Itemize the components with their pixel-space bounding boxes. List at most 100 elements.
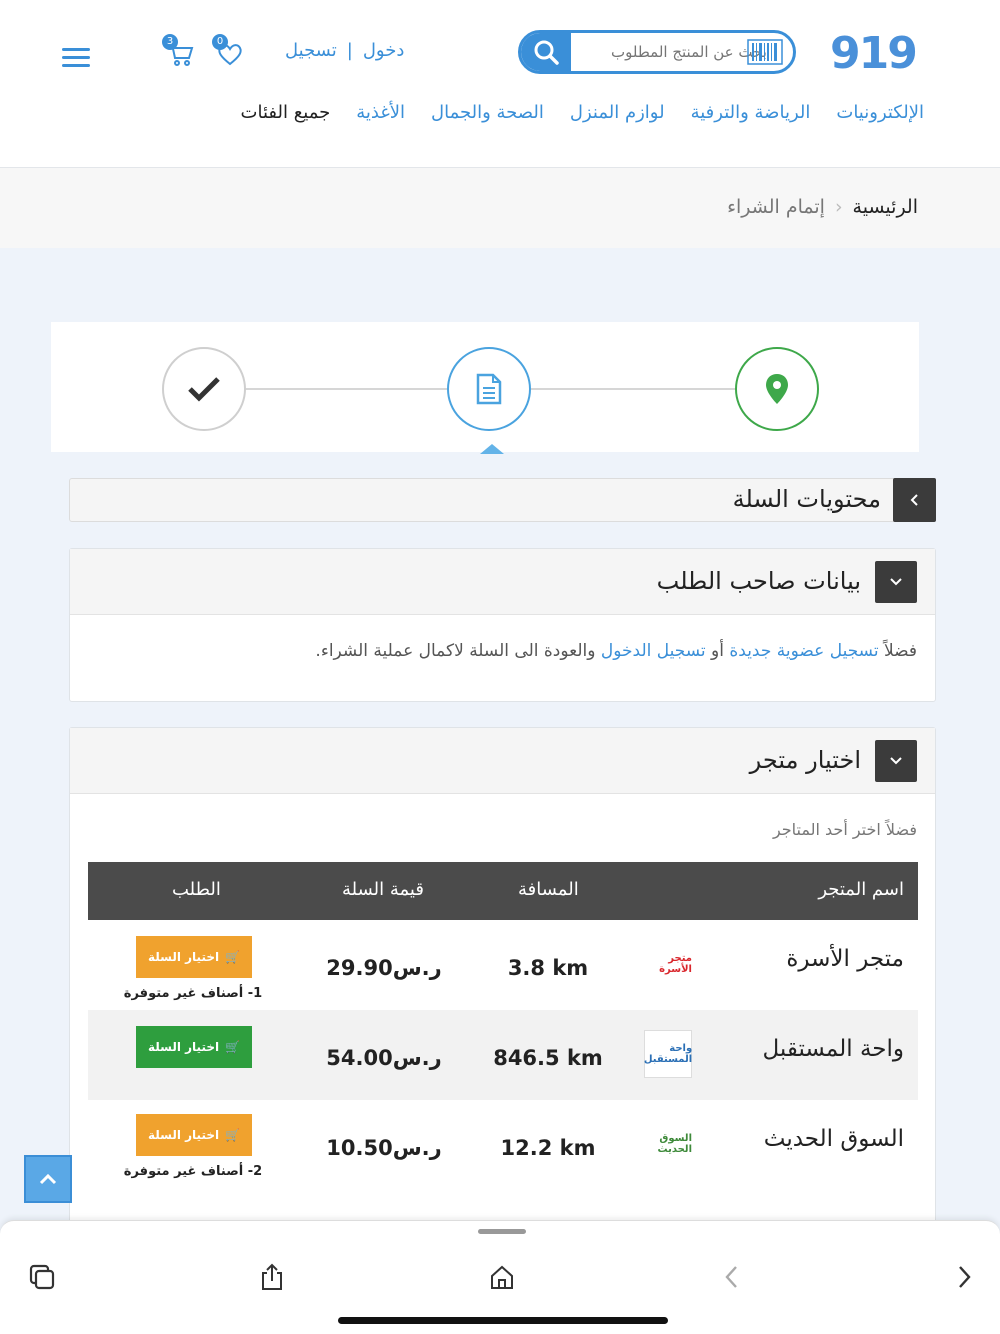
map-pin-icon (766, 374, 788, 404)
cart-contents-toggle[interactable] (893, 478, 936, 522)
nav-item-health-beauty[interactable]: الصحة والجمال (431, 102, 544, 123)
notice-suffix: والعودة الى السلة لاكمال عملية الشراء. (315, 641, 596, 661)
back-icon[interactable] (716, 1261, 748, 1293)
nav-item-all-categories[interactable]: جميع الفئات (241, 102, 331, 123)
browser-toolbar (0, 1220, 1000, 1334)
breadcrumb-home[interactable]: الرئيسية (853, 196, 918, 218)
cart-icon: 🛒 (225, 1128, 241, 1142)
store-selection-panel: اختيار متجر فضلاً اختر أحد المتاجر اسم ا… (69, 727, 936, 1247)
column-store-name: اسم المتجر (818, 879, 904, 900)
step-connector (531, 388, 735, 390)
search-icon (534, 40, 559, 65)
breadcrumb-current: إتمام الشراء (727, 196, 825, 218)
chevron-left-icon (910, 494, 918, 506)
table-row: متجر الأسرة متجر الأسرة 3.8 km 29.90ر.س … (88, 920, 918, 1010)
breadcrumb: الرئيسية ‹ إتمام الشراء (727, 196, 918, 218)
register-account-link[interactable]: تسجيل عضوية جديدة (729, 641, 878, 661)
search-bar (518, 30, 796, 74)
search-button[interactable] (521, 33, 571, 71)
column-cart-value: قيمة السلة (342, 879, 424, 900)
home-indicator (338, 1317, 668, 1324)
nav-item-sports[interactable]: الرياضة والترفية (691, 102, 811, 123)
cart-icon: 🛒 (225, 950, 241, 964)
store-logo-text: السوق الحديث (657, 1133, 692, 1155)
chevron-down-icon (890, 578, 902, 586)
cart-contents-title: محتويات السلة (732, 485, 881, 513)
store-logo: متجر الأسرة (644, 940, 692, 988)
store-logo-text: متجر الأسرة (659, 953, 692, 975)
cart-price: 29.90ر.س (326, 956, 442, 980)
customer-data-toggle[interactable] (875, 561, 917, 603)
choose-cart-label: اختيار السلة (147, 1128, 220, 1142)
document-icon (476, 373, 502, 405)
share-icon[interactable] (256, 1261, 288, 1293)
store-name: السوق الحديث (763, 1126, 904, 1152)
cart-count-badge: 3 (162, 34, 178, 50)
auth-links: دخول | تسجيل (285, 40, 404, 61)
wishlist-button[interactable]: 0 (212, 34, 244, 72)
toolbar-grabber[interactable] (478, 1229, 526, 1234)
login-link-inline[interactable]: تسجيل الدخول (601, 641, 706, 661)
choose-cart-button[interactable]: 🛒 اختيار السلة (136, 1114, 252, 1156)
cart-icon: 🛒 (225, 1040, 241, 1054)
store-name: واحة المستقبل (762, 1036, 904, 1062)
choose-store-hint: فضلاً اختر أحد المتاجر (772, 820, 917, 839)
table-row: السوق الحديث السوق الحديث 12.2 km 10.50ر… (88, 1100, 918, 1190)
search-input[interactable] (577, 33, 767, 71)
chevron-up-icon (39, 1173, 57, 1185)
home-icon[interactable] (486, 1261, 518, 1293)
scroll-top-button[interactable] (24, 1155, 72, 1203)
table-row: واحة المستقبل واحة المستقبل 846.5 km 54.… (88, 1010, 918, 1100)
nav-item-electronics[interactable]: الإلكترونيات (836, 102, 924, 123)
nav-item-food[interactable]: الأغذية (356, 102, 405, 123)
store-logo-text: واحة المستقبل (643, 1043, 693, 1065)
stores-table: اسم المتجر المسافة قيمة السلة الطلب متجر… (88, 862, 918, 1190)
choose-cart-button[interactable]: 🛒 اختيار السلة (136, 936, 252, 978)
breadcrumb-separator: ‹ (834, 196, 843, 218)
customer-data-title: بيانات صاحب الطلب (656, 567, 861, 595)
notice-prefix: فضلاً (883, 641, 917, 661)
cart-button[interactable]: 3 (162, 34, 194, 72)
cart-price: 54.00ر.س (326, 1046, 442, 1070)
choose-cart-label: اختيار السلة (147, 1040, 220, 1054)
barcode-scan-icon[interactable] (747, 39, 783, 65)
choose-cart-label: اختيار السلة (147, 950, 220, 964)
nav-item-home-supplies[interactable]: لوازم المنزل (570, 102, 665, 123)
tabs-icon[interactable] (26, 1261, 58, 1293)
store-distance: 12.2 km (500, 1136, 596, 1160)
choose-cart-button[interactable]: 🛒 اختيار السلة (136, 1026, 252, 1068)
store-selection-toggle[interactable] (875, 740, 917, 782)
unavailable-items-note: 2- أصناف غير متوفرة (123, 1164, 263, 1179)
store-selection-title: اختيار متجر (749, 746, 861, 774)
chevron-down-icon (890, 757, 902, 765)
customer-data-header[interactable]: بيانات صاحب الطلب (70, 549, 935, 615)
site-logo[interactable]: 919 (830, 28, 918, 79)
login-notice: فضلاً تسجيل عضوية جديدة أو تسجيل الدخول … (315, 641, 917, 661)
checkout-steps (51, 322, 919, 452)
store-selection-header[interactable]: اختيار متجر (70, 728, 935, 794)
step-confirm (162, 347, 246, 431)
store-name: متجر الأسرة (786, 946, 904, 972)
store-logo: السوق الحديث (644, 1120, 692, 1168)
category-nav: جميع الفئات الأغذية الصحة والجمال لوازم … (241, 102, 924, 123)
wishlist-count-badge: 0 (212, 34, 228, 50)
step-details (447, 347, 531, 431)
unavailable-items-note: 1- أصناف غير متوفرة (123, 986, 263, 1001)
forward-icon[interactable] (948, 1261, 980, 1293)
cart-contents-panel[interactable]: محتويات السلة (69, 478, 936, 522)
store-distance: 3.8 km (507, 956, 589, 980)
column-order: الطلب (172, 879, 221, 900)
login-link[interactable]: دخول (363, 40, 405, 61)
step-location (735, 347, 819, 431)
site-header: 919 دخول | تسجيل 3 (0, 0, 1000, 168)
menu-icon[interactable] (62, 48, 90, 72)
store-logo: واحة المستقبل (644, 1030, 692, 1078)
notice-or: أو (711, 641, 724, 661)
step-connector (245, 388, 447, 390)
step-indicator-arrow (480, 444, 504, 454)
store-distance: 846.5 km (493, 1046, 603, 1070)
register-link[interactable]: تسجيل (285, 40, 337, 61)
breadcrumb-bar: الرئيسية ‹ إتمام الشراء (0, 168, 1000, 248)
customer-data-panel: بيانات صاحب الطلب فضلاً تسجيل عضوية جديد… (69, 548, 936, 702)
table-header: اسم المتجر المسافة قيمة السلة الطلب (88, 862, 918, 920)
